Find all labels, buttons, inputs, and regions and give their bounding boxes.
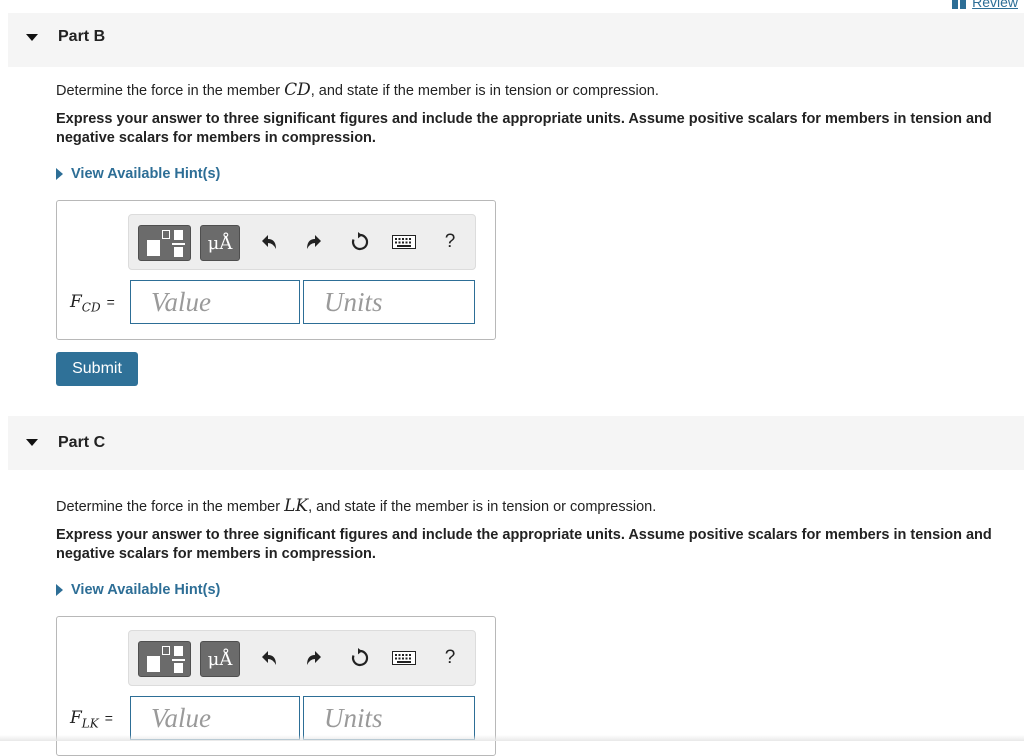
- keyboard-icon[interactable]: [391, 229, 417, 255]
- redo-icon[interactable]: [301, 645, 327, 671]
- value-input[interactable]: [131, 697, 299, 739]
- units-input[interactable]: [304, 697, 474, 739]
- value-field[interactable]: [130, 696, 300, 740]
- help-icon[interactable]: ?: [437, 229, 463, 255]
- question-text-post: , and state if the member is in tension …: [308, 499, 657, 515]
- part-c-instructions: Express your answer to three significant…: [56, 527, 992, 562]
- bottom-edge-shadow: [0, 735, 1024, 741]
- part-b-title: Part B: [58, 28, 106, 45]
- value-input[interactable]: [131, 281, 299, 323]
- collapse-caret-icon[interactable]: [26, 34, 38, 41]
- units-button[interactable]: μÅ: [200, 225, 240, 261]
- help-icon[interactable]: ?: [437, 645, 463, 671]
- units-field[interactable]: [303, 280, 475, 324]
- units-field[interactable]: [303, 696, 475, 740]
- member-name: LK: [284, 496, 309, 516]
- templates-button[interactable]: [138, 225, 191, 261]
- question-text-pre: Determine the force in the member: [56, 83, 285, 99]
- part-b-answer-box: μÅ ? FCD =: [56, 200, 496, 340]
- question-text-post: , and state if the member is in tension …: [310, 83, 659, 99]
- units-button[interactable]: μÅ: [200, 641, 240, 677]
- part-c-title: Part C: [58, 434, 106, 451]
- part-c-header[interactable]: Part C: [8, 416, 1024, 470]
- redo-icon[interactable]: [301, 229, 327, 255]
- reset-icon[interactable]: [347, 229, 373, 255]
- part-b-instructions: Express your answer to three significant…: [56, 111, 992, 146]
- reset-icon[interactable]: [347, 645, 373, 671]
- collapse-caret-icon[interactable]: [26, 439, 38, 446]
- part-b-hint-toggle[interactable]: View Available Hint(s): [56, 166, 220, 182]
- variable-label: FLK =: [70, 708, 113, 731]
- hint-label: View Available Hint(s): [71, 166, 221, 182]
- variable-label: FCD =: [70, 292, 115, 315]
- question-text-pre: Determine the force in the member: [56, 499, 285, 515]
- math-toolbar: μÅ ?: [128, 630, 476, 686]
- expand-triangle-icon: [56, 168, 63, 180]
- templates-button[interactable]: [138, 641, 191, 677]
- undo-icon[interactable]: [256, 645, 282, 671]
- review-link[interactable]: Review: [952, 0, 1018, 10]
- part-b-question: Determine the force in the member CD, an…: [56, 80, 659, 100]
- value-field[interactable]: [130, 280, 300, 324]
- submit-button[interactable]: Submit: [56, 352, 138, 386]
- part-c-hint-toggle[interactable]: View Available Hint(s): [56, 582, 220, 598]
- expand-triangle-icon: [56, 584, 63, 596]
- review-label: Review: [972, 0, 1018, 10]
- undo-icon[interactable]: [256, 229, 282, 255]
- part-b-header[interactable]: Part B: [8, 13, 1024, 67]
- math-toolbar: μÅ ?: [128, 214, 476, 270]
- hint-label: View Available Hint(s): [71, 582, 221, 598]
- member-name: CD: [284, 80, 311, 100]
- units-input[interactable]: [304, 281, 474, 323]
- keyboard-icon[interactable]: [391, 645, 417, 671]
- part-c-question: Determine the force in the member LK, an…: [56, 496, 656, 516]
- book-icon: [952, 0, 967, 9]
